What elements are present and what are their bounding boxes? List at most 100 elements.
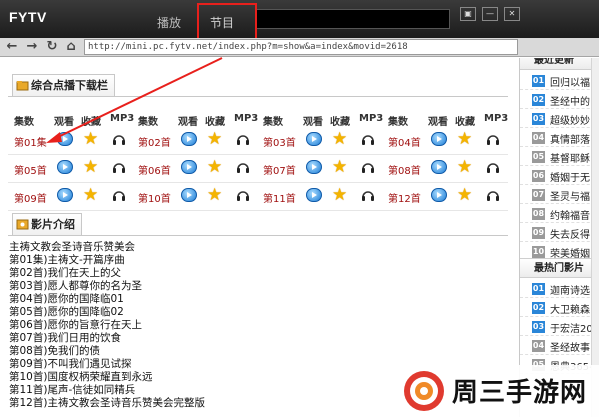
headphones-icon[interactable] [485, 159, 501, 175]
column-header: 集数 [388, 117, 408, 128]
episode-link[interactable]: 第07首 [263, 162, 296, 177]
tab-download[interactable]: 综合点播下载栏 [12, 74, 115, 96]
episode-link[interactable]: 第11首 [263, 190, 296, 205]
sidebar-item-label: 婚姻于无 [550, 173, 590, 184]
favorite-star-icon[interactable]: ★ [83, 129, 98, 149]
title-bar: FYTV 播放 节目 ▣ — ✕ [0, 0, 599, 38]
divider [8, 235, 508, 236]
episode-link[interactable]: 第12首 [388, 190, 421, 205]
sidebar-list-item[interactable]: 04 真情部落 [520, 129, 599, 147]
search-input[interactable] [256, 9, 450, 29]
column-header: MP3 [359, 113, 384, 124]
watch-icon[interactable] [306, 132, 322, 146]
watch-icon[interactable] [306, 188, 322, 202]
watch-icon[interactable] [431, 160, 447, 174]
episode-link[interactable]: 第03首 [263, 134, 296, 149]
tab-intro[interactable]: 影片介绍 [12, 213, 82, 235]
headphones-icon[interactable] [360, 187, 376, 203]
sidebar-list-item[interactable]: 01 回归以福 [520, 72, 599, 90]
rank-badge: 06 [532, 170, 545, 182]
favorite-star-icon[interactable]: ★ [457, 157, 472, 177]
favorite-star-icon[interactable]: ★ [207, 185, 222, 205]
column-header: 观看 [54, 117, 74, 128]
scrollbar[interactable] [591, 58, 599, 417]
column-header: 收藏 [330, 117, 350, 128]
sidebar-list-item[interactable]: 01 迦南诗选 [520, 280, 599, 298]
sidebar-list-item[interactable]: 05 基督耶稣 [520, 148, 599, 166]
headphones-icon[interactable] [235, 159, 251, 175]
favorite-star-icon[interactable]: ★ [457, 185, 472, 205]
rank-badge: 01 [532, 283, 545, 295]
watermark-text: 周三手游网 [452, 378, 588, 408]
headphones-icon[interactable] [235, 131, 251, 147]
sidebar-list-item[interactable]: 09 失去反得 [520, 224, 599, 242]
sidebar-item-label: 圣经故事 [550, 343, 590, 354]
table-row: 第01集 ★ 第02首 ★ 第03首 ★ 第04首 ★ [0, 128, 517, 154]
favorite-star-icon[interactable]: ★ [332, 185, 347, 205]
favorite-star-icon[interactable]: ★ [83, 157, 98, 177]
favorite-star-icon[interactable]: ★ [207, 129, 222, 149]
url-input[interactable]: http://mini.pc.fytv.net/index.php?m=show… [84, 39, 518, 55]
tab-play[interactable]: 播放 [157, 14, 181, 31]
headphones-icon[interactable] [111, 131, 127, 147]
watch-icon[interactable] [181, 160, 197, 174]
sidebar-list-item[interactable]: 06 婚姻于无 [520, 167, 599, 185]
favorite-star-icon[interactable]: ★ [457, 129, 472, 149]
headphones-icon[interactable] [235, 187, 251, 203]
main-content: 综合点播下载栏 集数 观看 收藏 MP3 集数 观看 收藏 MP3 集数 观看 收藏 MP3 集数 观看收… [0, 58, 517, 417]
address-bar: ← → ↻ ⌂ http://mini.pc.fytv.net/index.ph… [0, 38, 599, 57]
sidebar-list-item[interactable]: 04 圣经故事 [520, 337, 599, 355]
row-divider [8, 154, 508, 155]
episode-link[interactable]: 第09首 [14, 190, 47, 205]
sidebar-list-item[interactable]: 03 于宏洁20 [520, 318, 599, 336]
favorite-star-icon[interactable]: ★ [332, 129, 347, 149]
favorite-star-icon[interactable]: ★ [83, 185, 98, 205]
headphones-icon[interactable] [111, 187, 127, 203]
intro-line: 第08首)免我们的债 [9, 345, 100, 357]
refresh-icon[interactable]: ↻ [44, 39, 60, 55]
episode-link[interactable]: 第10首 [138, 190, 171, 205]
headphones-icon[interactable] [360, 159, 376, 175]
favorite-star-icon[interactable]: ★ [332, 157, 347, 177]
forward-icon[interactable]: → [24, 39, 40, 55]
episode-link[interactable]: 第04首 [388, 134, 421, 149]
headphones-icon[interactable] [111, 159, 127, 175]
sidebar-title-recent: 最近更新 [520, 58, 599, 70]
sidebar-list-item[interactable]: 08 约翰福音 [520, 205, 599, 223]
watch-icon[interactable] [57, 132, 73, 146]
film-icon [16, 219, 29, 230]
watch-icon[interactable] [57, 188, 73, 202]
episode-link[interactable]: 第01集 [14, 134, 47, 149]
sidebar-list-item[interactable]: 03 超级妙妙 [520, 110, 599, 128]
column-header: 观看 [303, 117, 323, 128]
watch-icon[interactable] [431, 132, 447, 146]
minimize-icon[interactable]: — [482, 7, 498, 21]
sidebar: 最近更新 01 回归以福 02 圣经中的 03 超级妙妙 04 真情部落 05 基督耶稣 06 婚姻于… [519, 58, 599, 417]
watch-icon[interactable] [181, 132, 197, 146]
episode-link[interactable]: 第02首 [138, 134, 171, 149]
rank-badge: 05 [532, 151, 545, 163]
sidebar-item-label: 迦南诗选 [550, 286, 590, 297]
episode-link[interactable]: 第08首 [388, 162, 421, 177]
rank-badge: 10 [532, 246, 545, 258]
watch-icon[interactable] [431, 188, 447, 202]
watch-icon[interactable] [181, 188, 197, 202]
back-icon[interactable]: ← [4, 39, 20, 55]
sidebar-list-item[interactable]: 02 大卫赖森 [520, 299, 599, 317]
headphones-icon[interactable] [485, 187, 501, 203]
episode-link[interactable]: 第05首 [14, 162, 47, 177]
favorite-star-icon[interactable]: ★ [207, 157, 222, 177]
skin-icon[interactable]: ▣ [460, 7, 476, 21]
rank-badge: 03 [532, 113, 545, 125]
headphones-icon[interactable] [360, 131, 376, 147]
watch-icon[interactable] [306, 160, 322, 174]
row-divider [8, 210, 508, 211]
home-icon[interactable]: ⌂ [63, 39, 79, 55]
sidebar-list-item[interactable]: 07 圣灵与福 [520, 186, 599, 204]
watch-icon[interactable] [57, 160, 73, 174]
headphones-icon[interactable] [485, 131, 501, 147]
sidebar-list-item[interactable]: 02 圣经中的 [520, 91, 599, 109]
close-icon[interactable]: ✕ [504, 7, 520, 21]
episode-link[interactable]: 第06首 [138, 162, 171, 177]
intro-line: 第05首)愿你的国降临02 [9, 306, 124, 318]
